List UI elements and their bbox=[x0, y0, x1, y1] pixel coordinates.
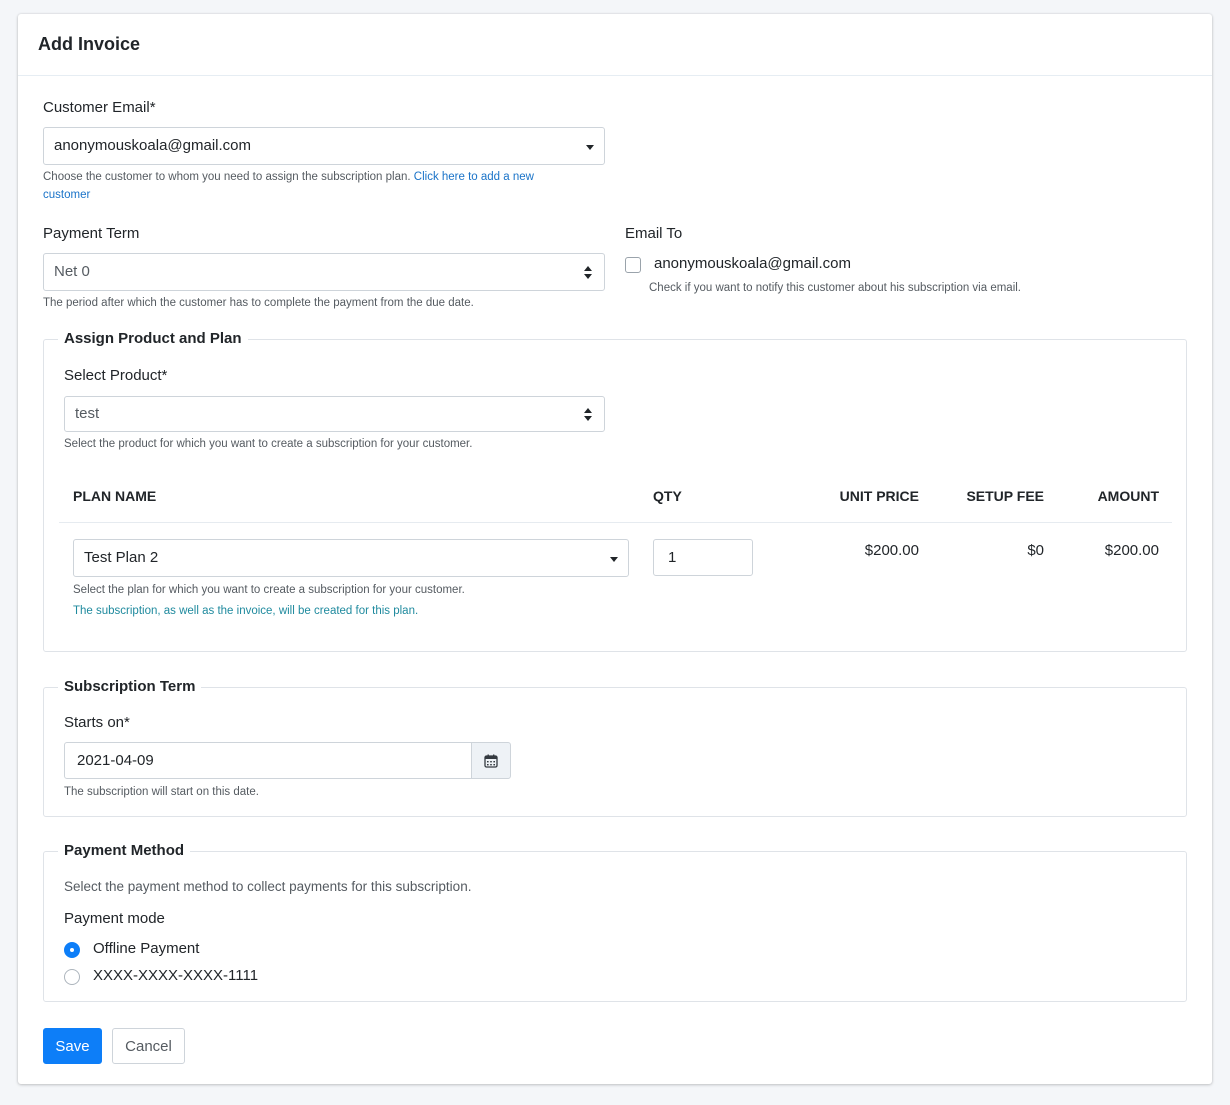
sort-arrows-icon bbox=[584, 408, 592, 421]
th-amount: AMOUNT bbox=[1097, 488, 1159, 504]
starts-on-help: The subscription will start on this date… bbox=[64, 786, 259, 798]
start-date-input[interactable]: 2021-04-09 bbox=[64, 742, 472, 779]
th-plan-name: PLAN NAME bbox=[73, 488, 157, 504]
customer-help-text: Choose the customer to whom you need to … bbox=[43, 171, 411, 183]
page-title: Add Invoice bbox=[38, 34, 141, 54]
payment-term-label: Payment Term bbox=[43, 225, 140, 242]
chevron-down-icon bbox=[610, 557, 618, 562]
product-help: Select the product for which you want to… bbox=[64, 438, 473, 450]
calendar-icon bbox=[484, 754, 498, 768]
customer-email-select[interactable]: anonymouskoala@gmail.com bbox=[43, 127, 605, 165]
qty-input[interactable]: 1 bbox=[653, 539, 753, 576]
payment-term-select[interactable]: Net 0 bbox=[43, 253, 605, 291]
subscription-term-legend: Subscription Term bbox=[58, 678, 202, 695]
offline-payment-label[interactable]: Offline Payment bbox=[93, 940, 199, 957]
offline-payment-radio[interactable] bbox=[64, 942, 80, 958]
payment-method-description: Select the payment method to collect pay… bbox=[64, 879, 472, 894]
customer-email-help: Choose the customer to whom you need to … bbox=[43, 168, 603, 204]
card-header: Add Invoice bbox=[18, 14, 1212, 76]
plan-value: Test Plan 2 bbox=[84, 549, 159, 566]
product-select[interactable]: test bbox=[64, 396, 605, 432]
save-button[interactable]: Save bbox=[43, 1028, 102, 1064]
date-picker-button[interactable] bbox=[471, 742, 511, 779]
th-qty: QTY bbox=[653, 488, 682, 504]
unit-price-value: $200.00 bbox=[864, 542, 919, 559]
payment-term-value: Net 0 bbox=[54, 263, 90, 280]
card-payment-radio[interactable] bbox=[64, 969, 80, 985]
payment-method-legend: Payment Method bbox=[58, 842, 191, 859]
email-to-label: Email To bbox=[625, 225, 683, 242]
cancel-button[interactable]: Cancel bbox=[112, 1028, 185, 1064]
sort-arrows-icon bbox=[584, 266, 592, 279]
add-invoice-card: Add Invoice Customer Email* anonymouskoa… bbox=[18, 14, 1212, 1084]
plan-select[interactable]: Test Plan 2 bbox=[73, 539, 629, 577]
plan-note: The subscription, as well as the invoice… bbox=[73, 605, 419, 617]
email-to-help: Check if you want to notify this custome… bbox=[649, 282, 1022, 294]
table-divider bbox=[59, 522, 1172, 523]
add-customer-link-cont[interactable]: customer bbox=[43, 189, 90, 201]
amount-value: $200.00 bbox=[1104, 542, 1159, 559]
chevron-down-icon bbox=[586, 145, 594, 150]
th-unit-price: UNIT PRICE bbox=[839, 488, 919, 504]
customer-email-value: anonymouskoala@gmail.com bbox=[54, 137, 251, 154]
payment-term-help: The period after which the customer has … bbox=[43, 297, 474, 309]
subscription-term-fieldset: Subscription Term Starts on* 2021-04-09 … bbox=[43, 678, 1187, 817]
plan-help: Select the plan for which you want to cr… bbox=[73, 584, 465, 596]
add-customer-link[interactable]: Click here to add a new bbox=[414, 171, 534, 183]
card-payment-label[interactable]: XXXX-XXXX-XXXX-1111 bbox=[93, 967, 258, 984]
customer-email-label: Customer Email* bbox=[43, 99, 156, 116]
starts-on-label: Starts on* bbox=[64, 714, 130, 731]
product-plan-legend: Assign Product and Plan bbox=[58, 330, 248, 347]
payment-mode-label: Payment mode bbox=[64, 910, 165, 927]
product-value: test bbox=[75, 405, 100, 422]
payment-method-fieldset: Payment Method Select the payment method… bbox=[43, 842, 1187, 1002]
setup-fee-value: $0 bbox=[1027, 542, 1044, 559]
product-plan-fieldset: Assign Product and Plan Select Product* … bbox=[43, 330, 1187, 652]
select-product-label: Select Product* bbox=[64, 367, 168, 384]
email-to-checkbox-label[interactable]: anonymouskoala@gmail.com bbox=[654, 255, 851, 272]
th-setup-fee: SETUP FEE bbox=[966, 488, 1044, 504]
email-to-checkbox[interactable] bbox=[625, 257, 641, 273]
